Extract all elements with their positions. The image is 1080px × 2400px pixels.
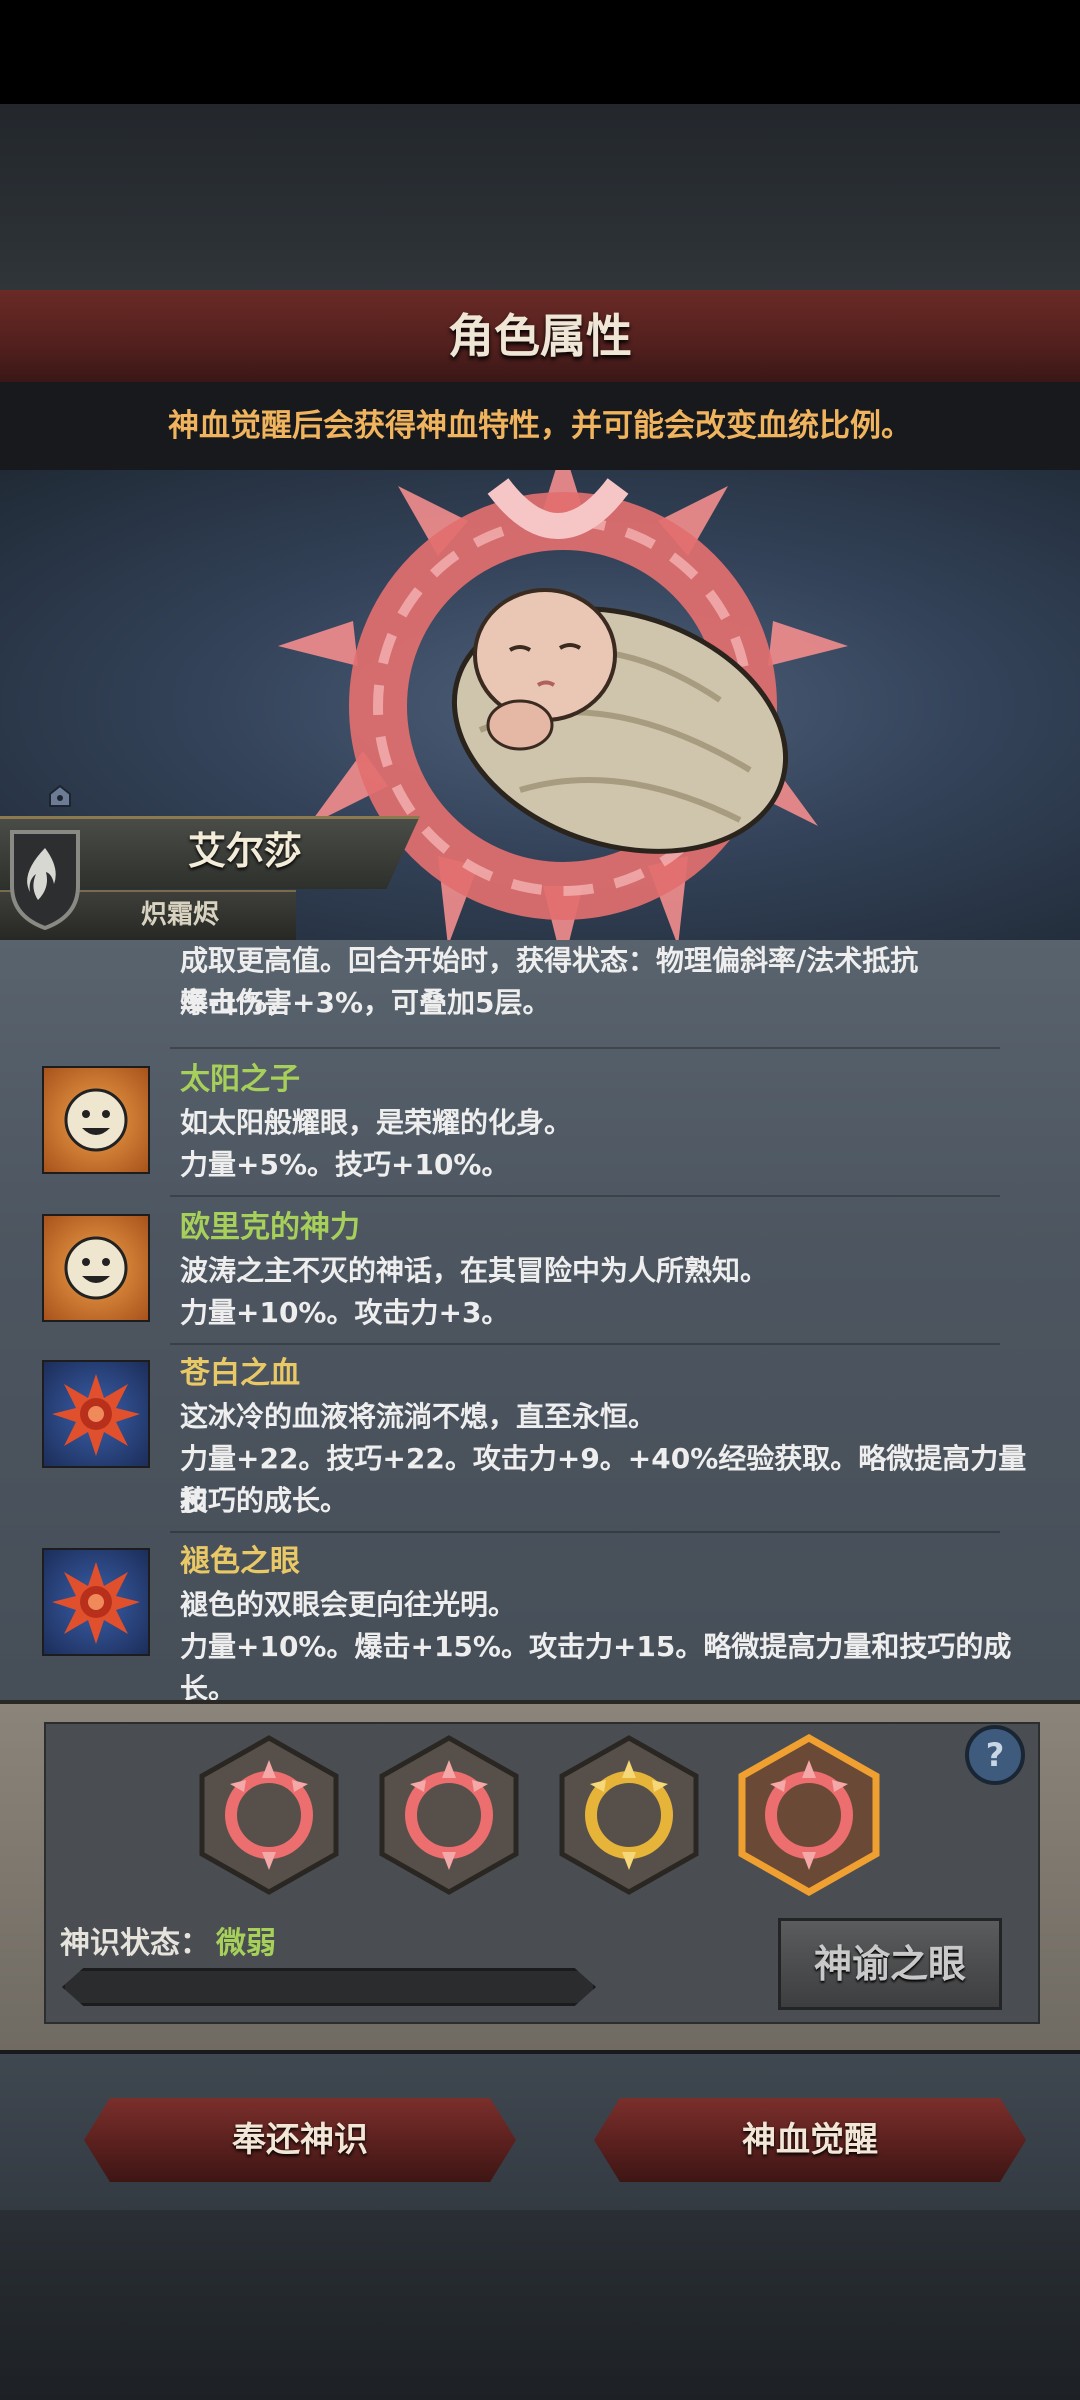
divine-slot-4-selected[interactable] — [736, 1734, 882, 1896]
trait-description: 如太阳般耀眼，是荣耀的化身。 — [180, 1106, 573, 1139]
title-banner: 角色属性 — [0, 290, 1080, 386]
trait-name: 苍白之血 — [180, 1356, 300, 1391]
action-bar: 奉还神识 神血觉醒 — [0, 2050, 1080, 2214]
trait-description: 这冰冷的血液将流淌不熄，直至永恒。 — [180, 1400, 657, 1433]
home-badge-icon — [48, 784, 72, 808]
footer-background — [0, 2210, 1080, 2400]
trait-description: 爆击伤害+3%，可叠加5层。 — [180, 986, 551, 1019]
divine-progress-bar — [62, 1968, 596, 2006]
divine-slot-1[interactable] — [196, 1734, 342, 1896]
divider — [170, 1047, 1000, 1049]
blood-sun-icon — [42, 1548, 150, 1656]
trait-description: 褪色的双眼会更向往光明。 — [180, 1588, 517, 1621]
swaddled-baby-icon — [451, 588, 789, 854]
divine-status-label: 神识状态： — [60, 1926, 210, 1961]
character-name: 艾尔莎 — [187, 829, 302, 873]
page-title: 角色属性 — [448, 309, 632, 363]
character-class: 炽霜烬 — [140, 900, 219, 930]
divine-slot-2[interactable] — [376, 1734, 522, 1896]
trait-description: 技巧的成长。 — [180, 1484, 349, 1517]
trait-description: 力量+10%。攻击力+3。 — [180, 1296, 510, 1329]
trait-name: 欧里克的神力 — [180, 1210, 360, 1245]
subtitle-band: 神血觉醒后会获得神血特性，并可能会改变血统比例。 — [0, 382, 1080, 470]
divider — [170, 1531, 1000, 1533]
return-consciousness-button[interactable]: 奉还神识 — [84, 2098, 516, 2182]
oracle-eye-button[interactable]: 神谕之眼 — [778, 1918, 1002, 2010]
divine-slot-3[interactable] — [556, 1734, 702, 1896]
top-band — [0, 104, 1080, 290]
sun-smiley-icon — [42, 1066, 150, 1174]
fire-shield-icon — [10, 830, 80, 930]
blood-awaken-button[interactable]: 神血觉醒 — [594, 2098, 1026, 2182]
divider — [170, 1343, 1000, 1345]
divider — [170, 1195, 1000, 1197]
svg-text:?: ? — [986, 1736, 1005, 1774]
page-subtitle: 神血觉醒后会获得神血特性，并可能会改变血统比例。 — [168, 408, 912, 444]
divine-status-value: 微弱 — [216, 1926, 276, 1961]
trait-description: 波涛之主不灭的神话，在其冒险中为人所熟知。 — [180, 1254, 769, 1287]
status-bar — [0, 0, 1080, 104]
trait-name: 太阳之子 — [180, 1062, 300, 1097]
sun-smiley-icon — [42, 1214, 150, 1322]
traits-list[interactable]: 成取更高值。回合开始时，获得状态：物理偏斜率/法术抵抗率-1%， 爆击伤害+3%… — [0, 940, 1080, 1705]
trait-description: 力量+5%。技巧+10%。 — [180, 1148, 510, 1181]
help-icon[interactable]: ? — [964, 1724, 1026, 1786]
trait-description: 力量+10%。爆击+15%。攻击力+15。略微提高力量和技巧的成长。 — [180, 1630, 1012, 1705]
trait-name: 褪色之眼 — [180, 1544, 300, 1579]
blood-sun-icon — [42, 1360, 150, 1468]
